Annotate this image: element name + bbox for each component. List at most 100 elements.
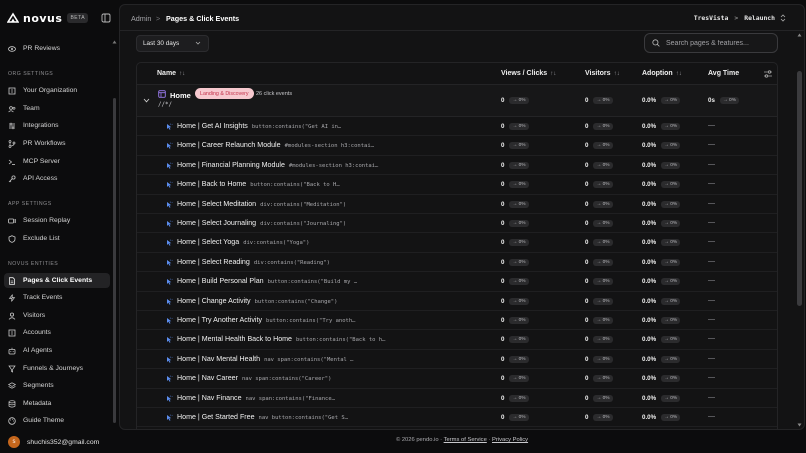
adoption-cell: 0.0% → 0% [642,297,681,305]
sidebar-item-label: MCP Server [23,158,60,165]
metric-value: 0 [501,336,505,344]
sidebar-item-ai-agents[interactable]: AI Agents [4,343,110,358]
sidebar-item-guide-theme[interactable]: Guide Theme [4,413,110,428]
event-name: Home | Career Relaunch Module [177,141,281,150]
table-row[interactable]: Home | Try Another Activity button:contai… [137,311,777,331]
sidebar-item-pr-reviews[interactable]: PR Reviews [4,41,110,56]
table-row[interactable]: Home | Nav Career nav span:contains("Care… [137,369,777,389]
date-range-select[interactable]: Last 30 days [136,35,209,52]
sidebar-item-integrations[interactable]: Integrations [4,118,110,133]
org-app-switcher[interactable]: TresVista > Relaunch [694,14,786,22]
sidebar-item-team[interactable]: Team [4,101,110,116]
sidebar-scrollbar[interactable] [113,98,116,423]
column-header-visitors[interactable]: Visitors ↑↓ [585,70,620,77]
search-input[interactable] [666,39,776,47]
table-row[interactable]: Home | Select Yoga div:contains("Yoga") 0 →… [137,233,777,253]
metric-value: 0.0% [642,297,657,305]
metric-value: 0.0% [642,394,657,402]
table-row[interactable]: Home | Get Started Free nav button:contai… [137,408,777,428]
delta-badge: → 0% [661,414,681,421]
scroll-up-icon[interactable] [797,33,802,37]
event-name-cell: Home | Back to Home button:contains("Back… [177,180,340,188]
adoption-cell: 0.0% → 0% [642,181,681,189]
page-group-row[interactable]: Home Landing & Discovery 26 click events… [137,85,777,117]
novus-logo-icon [7,12,19,23]
sidebar-scroll-up-icon[interactable] [112,40,117,44]
logo[interactable]: novus BETA [7,10,113,26]
table-row[interactable]: Home | Select Journaling div:contains("Jo… [137,214,777,234]
delta-badge: → 0% [661,394,681,402]
metric-value: 0 [501,142,505,150]
event-name-cell: Home | Nav Mental Health nav span:contain… [177,355,353,363]
table-row[interactable]: Home | Change Activity button:contains("C… [137,292,777,311]
event-selector: button:contains("Build my … [267,279,358,286]
table-row[interactable]: Home | Launch Career Toolsbutton:contain… [137,427,777,429]
table-row[interactable]: Home | Select Reading div:contains("Readi… [137,253,777,273]
sidebar-item-accounts[interactable]: Accounts [4,325,110,340]
terms-link[interactable]: Terms of Service [444,437,487,443]
sidebar-item-your-organization[interactable]: Your Organization [4,83,110,98]
delta-badge: → 0% [593,278,613,286]
delta-badge: → 0% [661,355,681,363]
table-row[interactable]: Home | Select Meditation div:contains("Me… [137,195,777,214]
table-row[interactable]: Home | Build Personal Plan button:contain… [137,272,777,292]
table-row[interactable]: Home | Nav Mental Health nav span:contain… [137,350,777,370]
click-event-icon [166,162,173,169]
column-header-name[interactable]: Name ↑↓ [157,70,185,77]
column-settings-icon[interactable] [763,69,773,79]
sidebar-item-pr-workflows[interactable]: PR Workflows [4,136,110,151]
user-menu[interactable]: s shuchis352@gmail.com [8,435,99,449]
delta-badge: → 0% [661,278,681,286]
column-header-adoption[interactable]: Adoption ↑↓ [642,70,682,77]
sidebar-item-track-events[interactable]: Track Events [4,290,110,305]
chevron-down-icon[interactable] [143,97,150,104]
key-icon [8,174,16,182]
metric-value: 0.0% [642,258,657,266]
sidebar-item-session-replay[interactable]: Session Replay [4,213,110,228]
table-row[interactable]: Home | Mental Health Back to Home button:… [137,330,777,350]
privacy-link[interactable]: Privacy Policy [492,437,528,443]
sidebar-item-label: Pages & Click Events [23,277,93,284]
event-selector: button:contains("Back to h… [296,337,386,344]
sidebar-item-label: Track Events [23,294,63,301]
sidebar-item-pages-click-events[interactable]: Pages & Click Events [4,273,110,288]
table-row[interactable]: Home | Nav Finance nav span:contains("Fin… [137,389,777,408]
table-row[interactable]: Home | Financial Planning Module #modules… [137,156,777,176]
scroll-down-icon[interactable] [797,423,802,427]
delta-badge: → 0% [509,181,529,189]
event-name-cell: Home | Select Meditation div:contains("Me… [177,200,346,208]
metric-value: 0 [585,200,589,208]
metric-value: 0 [585,258,589,266]
sidebar-item-api-access[interactable]: API Access [4,171,110,186]
visitors-cell: 0 → 0% [585,297,613,305]
sidebar-collapse-icon[interactable] [101,13,111,23]
search-box[interactable] [644,33,778,53]
sidebar-item-funnels-journeys[interactable]: Funnels & Journeys [4,361,110,376]
sidebar-item-mcp-server[interactable]: MCP Server [4,154,110,169]
category-badge: Landing & Discovery [195,88,254,99]
table-row[interactable]: Home | Career Relaunch Module #modules-se… [137,136,777,156]
column-header-views-clicks[interactable]: Views / Clicks ↑↓ [501,70,556,77]
click-event-icon [166,317,173,324]
sidebar-item-visitors[interactable]: Visitors [4,308,110,323]
breadcrumb-admin[interactable]: Admin [131,14,151,23]
main-scrollbar[interactable] [797,71,802,306]
table-row[interactable]: Home | Back to Home button:contains("Back… [137,175,777,195]
delta-badge: → 0% [509,200,529,208]
sort-icon: ↑↓ [613,70,620,77]
sidebar-item-label: Metadata [23,400,52,407]
metric-value: 0 [501,394,505,402]
section-label-org-settings: ORG SETTINGS [8,71,54,77]
table-row[interactable]: Home | Get AI Insights button:contains("G… [137,117,777,137]
sidebar-item-segments[interactable]: Segments [4,378,110,393]
avg-time-cell: — [708,257,715,265]
sidebar-item-label: Guide Theme [23,417,65,424]
delta-badge: → 0% [661,97,681,104]
sidebar-item-metadata[interactable]: Metadata [4,396,110,411]
visitors-cell: 0 → 0% [585,142,613,150]
delta-badge: → 0% [593,239,613,247]
delta-badge: → 0% [509,297,529,305]
database-icon [8,399,16,407]
sidebar-item-exclude-list[interactable]: Exclude List [4,231,110,246]
metric-value: 0 [585,123,589,130]
